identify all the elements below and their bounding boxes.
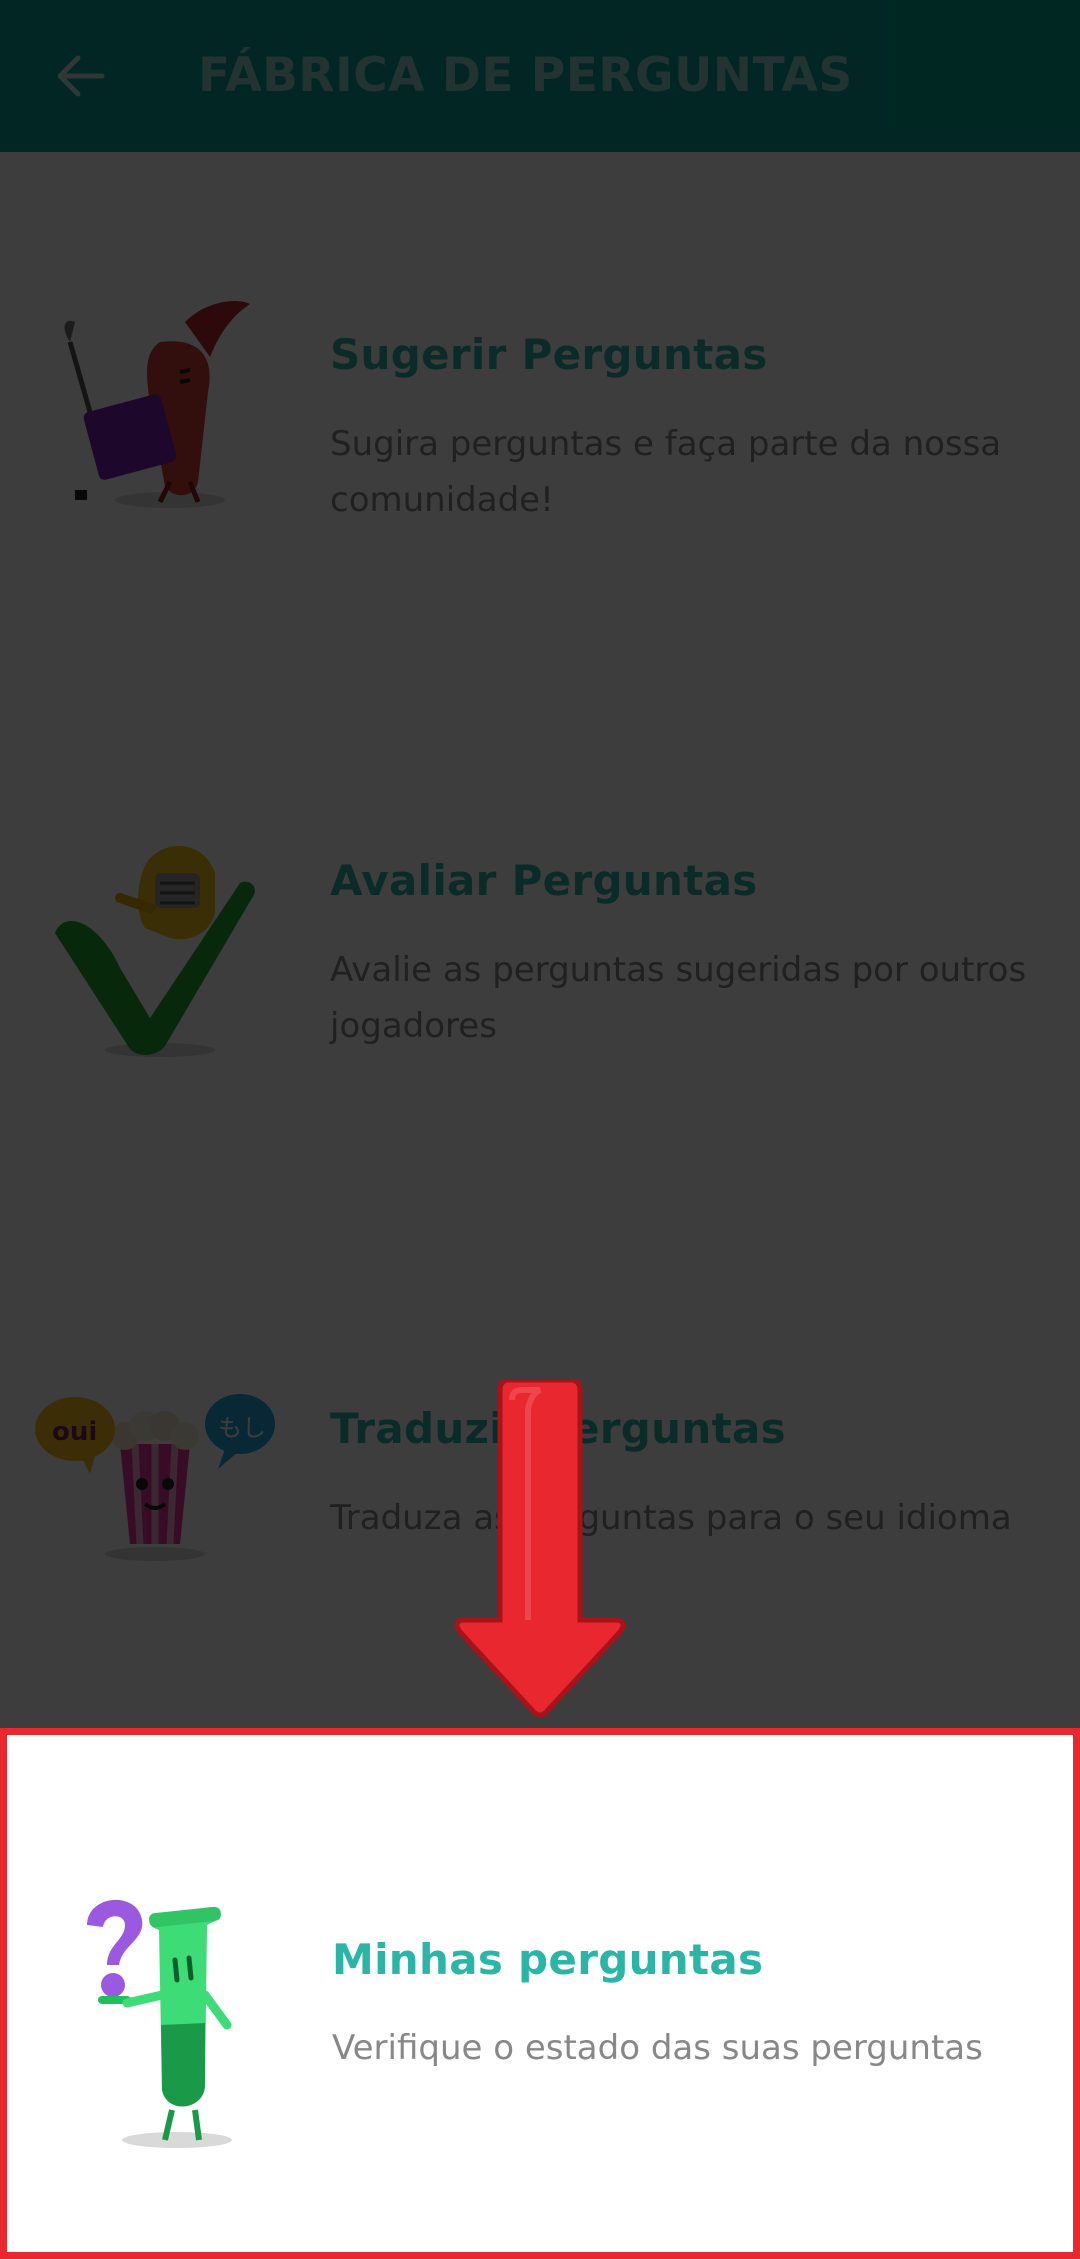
painter-brush-character-icon: [64, 301, 250, 508]
menu-item-title: Avaliar Perguntas: [330, 856, 758, 905]
back-button[interactable]: [40, 36, 120, 116]
svg-text:もし: もし: [218, 1414, 266, 1442]
popcorn-translate-character-icon: oui もし: [35, 1394, 275, 1561]
menu-item-suggest-questions[interactable]: Sugerir Perguntas Sugira perguntas e faç…: [0, 152, 1080, 680]
svg-text:oui: oui: [52, 1417, 97, 1447]
arrow-down-icon: [454, 1380, 626, 1718]
menu-item-title: Sugerir Perguntas: [330, 330, 768, 379]
menu-item-my-questions[interactable]: Minhas perguntas Verifique o estado das …: [0, 1728, 1080, 2259]
menu-item-description: Sugira perguntas e faça parte da nossa c…: [330, 424, 1002, 520]
arrow-left-icon: [57, 55, 105, 97]
menu-item-description: Traduza as perguntas para o seu idioma: [330, 1498, 1012, 1538]
menu-item-title: Minhas perguntas: [332, 1935, 764, 1984]
test-tube-question-character-icon: [87, 1899, 232, 2148]
menu-item-description: Avalie as perguntas sugeridas por outros…: [330, 950, 1027, 1046]
menu-item-description: Verifique o estado das suas perguntas: [332, 2028, 983, 2068]
page-title: FÁBRICA DE PERGUNTAS: [198, 48, 853, 103]
menu-item-review-questions[interactable]: Avaliar Perguntas Avalie as perguntas su…: [0, 678, 1080, 1206]
app-header: FÁBRICA DE PERGUNTAS: [0, 0, 1080, 152]
knight-checkmark-character-icon: [55, 846, 255, 1057]
